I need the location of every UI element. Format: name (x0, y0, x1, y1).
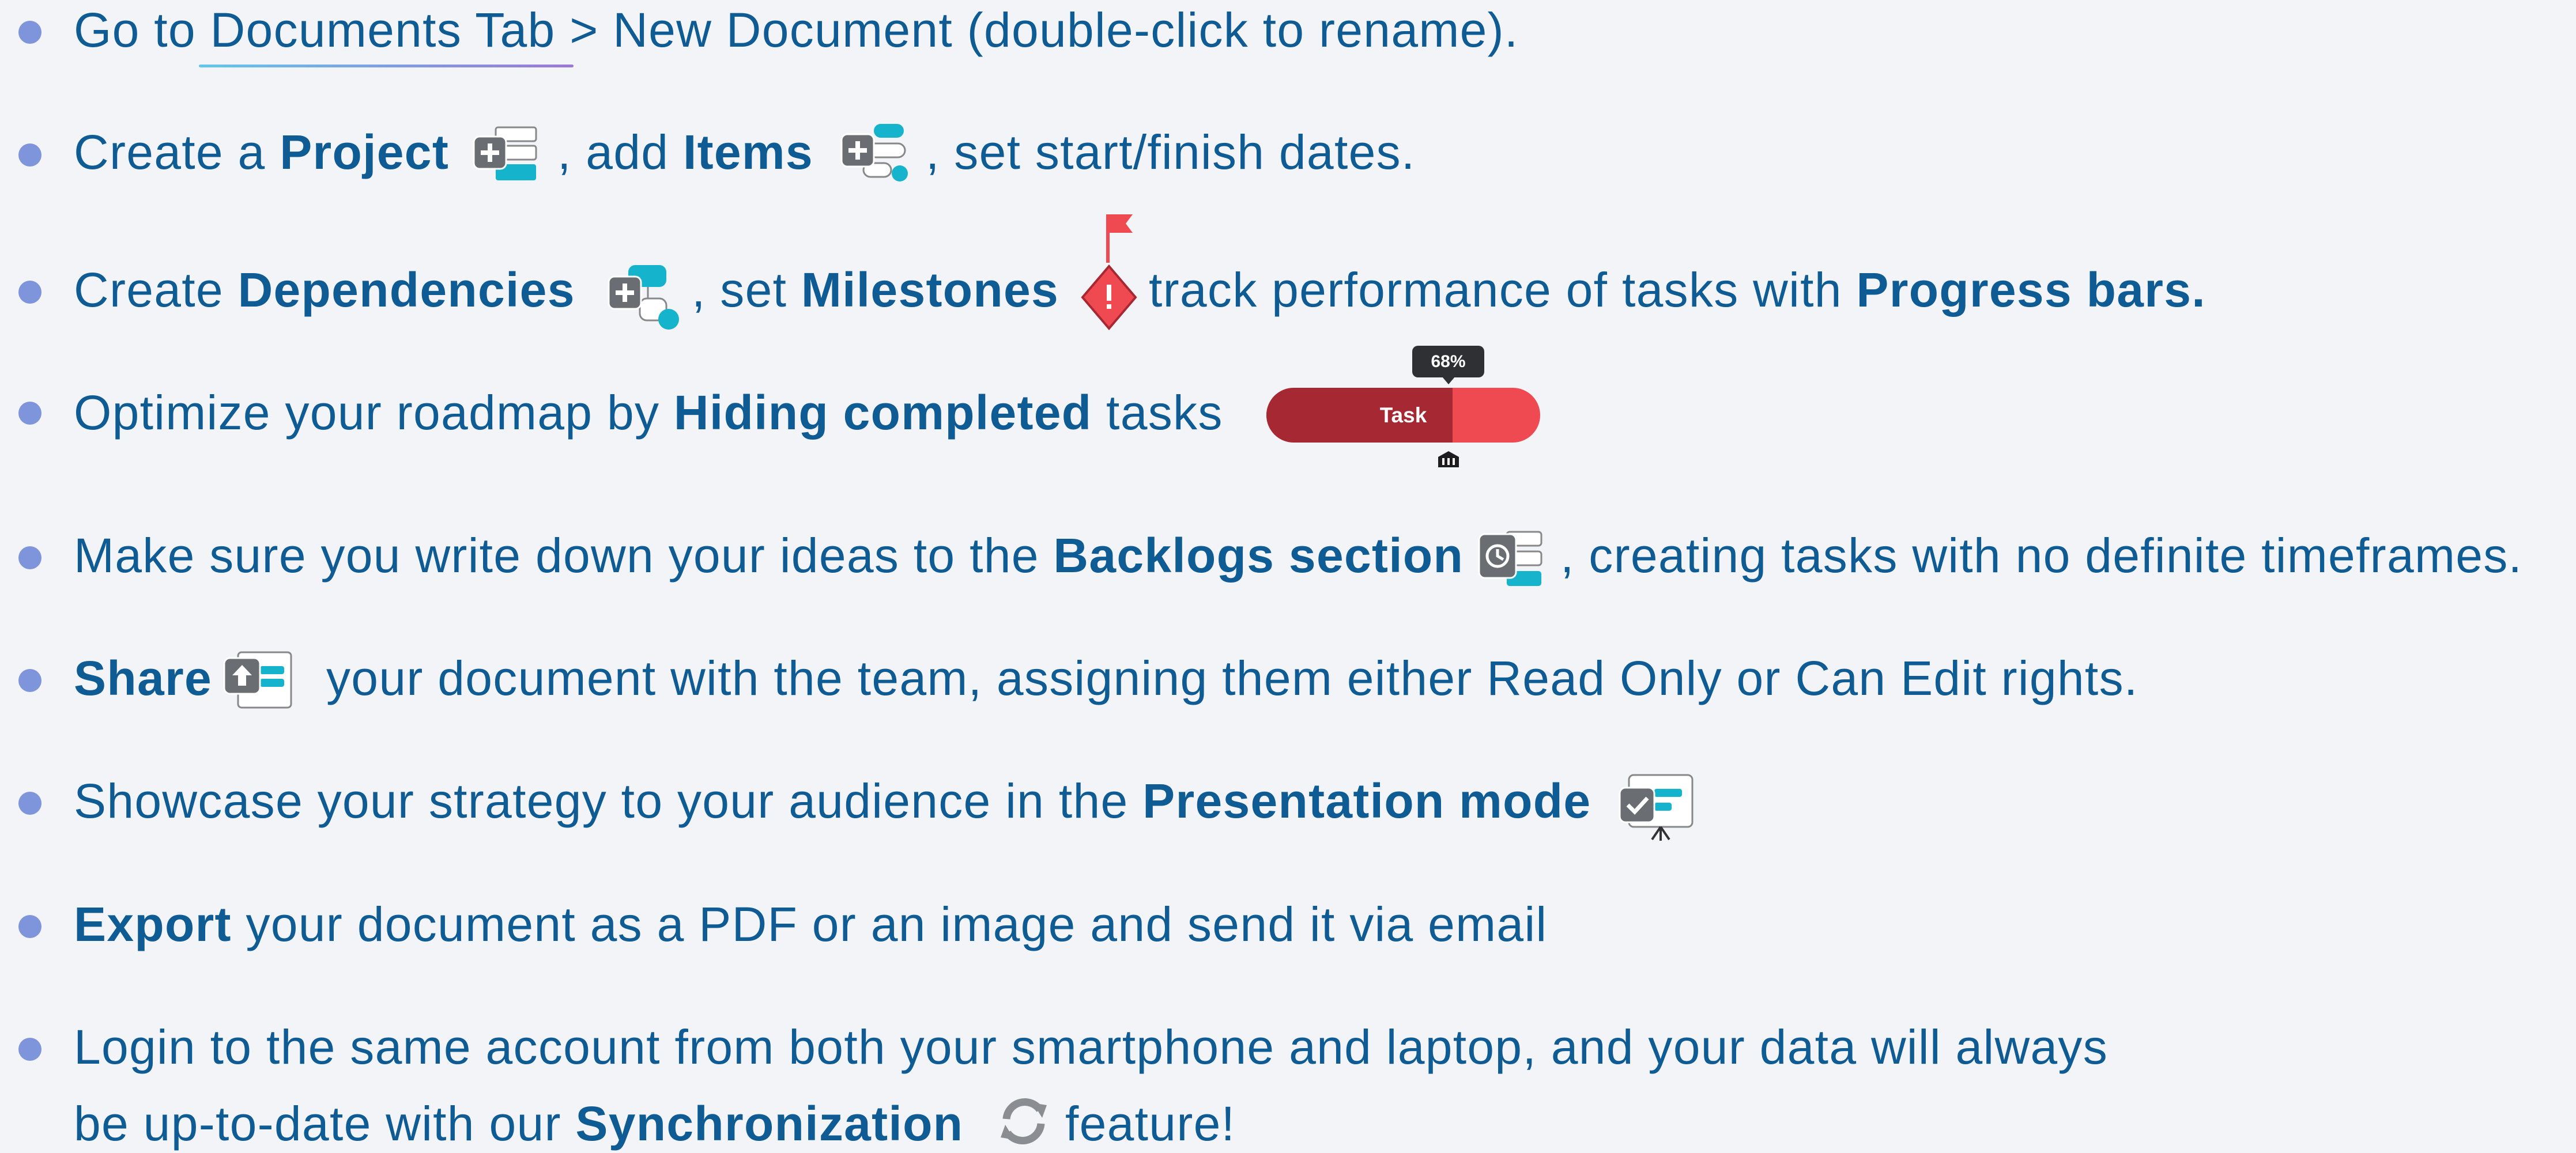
step-text: , creating tasks with no definite timefr… (1560, 528, 2523, 583)
step-presentation: Showcase your strategy to your audience … (74, 777, 1591, 825)
step-sync: Login to the same account from both your… (74, 1023, 2108, 1071)
documents-tab-underline (199, 65, 574, 67)
items-keyword: Items (682, 125, 813, 179)
hiding-completed-keyword: Hiding completed (673, 385, 1092, 440)
step-text: track performance of tasks with (1149, 263, 1857, 317)
progress-tooltip: 68% (1412, 346, 1484, 384)
step-create-project: Create a Project (74, 128, 449, 176)
export-keyword: Export (74, 897, 232, 951)
step-progress-bars: track performance of tasks with Progress… (1149, 266, 2206, 314)
add-items-icon (840, 120, 912, 190)
step-text: , set (692, 263, 801, 317)
step-text: your document as a PDF or an image and s… (231, 897, 1548, 951)
step-text: Optimize your roadmap by (74, 385, 674, 440)
step-text: Showcase your strategy to your audience … (74, 774, 1143, 828)
bullet (18, 915, 42, 938)
share-document-icon (222, 649, 297, 715)
task-progress-bar[interactable]: Task (1266, 388, 1540, 443)
progress-bars-keyword: Progress bars. (1856, 263, 2206, 317)
bullet (18, 669, 42, 692)
step-export: Export your document as a PDF or an imag… (74, 900, 1547, 948)
step-share: Share (74, 654, 212, 702)
step-milestones: , set Milestones (692, 266, 1059, 314)
step-text: Go to Documents Tab > New Document (doub… (74, 3, 1519, 57)
synchronization-keyword: Synchronization (575, 1097, 964, 1151)
add-dependency-icon (608, 263, 682, 335)
sync-icon (995, 1092, 1053, 1153)
backlogs-keyword: Backlogs section (1053, 528, 1464, 583)
bullet (18, 281, 42, 304)
step-text: be up-to-date with our (74, 1097, 576, 1151)
share-keyword: Share (74, 651, 212, 705)
step-dependencies: Create Dependencies (74, 266, 575, 314)
milestones-keyword: Milestones (801, 263, 1059, 317)
dependencies-keyword: Dependencies (237, 263, 575, 317)
bullet (18, 143, 42, 167)
step-text: Make sure you write down your ideas to t… (74, 528, 1054, 583)
step-text: Create (74, 263, 238, 317)
step-text: your document with the team, assigning t… (326, 651, 2139, 705)
task-label: Task (1379, 403, 1427, 427)
bullet (18, 21, 42, 44)
backlog-icon (1477, 528, 1552, 595)
step-backlogs-cont: , creating tasks with no definite timefr… (1560, 531, 2522, 580)
step-new-document: Go to Documents Tab > New Document (doub… (74, 6, 1519, 54)
add-project-icon (473, 123, 542, 189)
presentation-icon (1617, 772, 1695, 846)
milestone-diamond-icon (1080, 264, 1138, 334)
milestone-flag-icon (1103, 212, 1137, 267)
step-text: feature! (1065, 1097, 1236, 1151)
project-keyword: Project (280, 125, 450, 179)
step-text: Create a (74, 125, 280, 179)
progress-handle-icon[interactable] (1436, 449, 1461, 470)
step-sync-line2: be up-to-date with our Synchronization (74, 1099, 963, 1148)
step-sync-end: feature! (1065, 1099, 1235, 1148)
presentation-mode-keyword: Presentation mode (1142, 774, 1591, 828)
step-text: , set start/finish dates. (926, 125, 1416, 179)
step-text: tasks (1092, 385, 1223, 440)
bullet (18, 1038, 42, 1061)
bullet (18, 546, 42, 569)
step-hide-completed: Optimize your roadmap by Hiding complete… (74, 388, 1223, 437)
step-text: Login to the same account from both your… (74, 1020, 2109, 1074)
step-create-project-cont: , add Items (557, 128, 813, 176)
bullet (18, 792, 42, 815)
step-set-dates: , set start/finish dates. (926, 128, 1416, 176)
step-share-cont: your document with the team, assigning t… (326, 654, 2139, 702)
step-backlogs: Make sure you write down your ideas to t… (74, 531, 1464, 580)
bullet (18, 402, 42, 425)
step-text: , add (557, 125, 683, 179)
